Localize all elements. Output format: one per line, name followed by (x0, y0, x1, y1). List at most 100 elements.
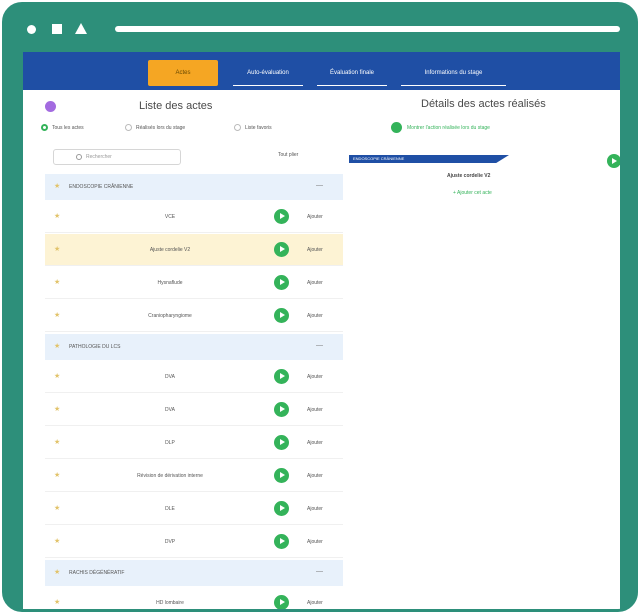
star-icon[interactable]: ★ (54, 439, 60, 447)
tab-actes[interactable]: Actes (148, 60, 218, 86)
star-icon[interactable]: ★ (54, 569, 60, 577)
category-header[interactable]: ★ ENDOSCOPIE CRÂNIENNE — (45, 174, 343, 200)
act-label: VCE (164, 214, 176, 220)
add-button[interactable]: Ajouter (307, 407, 323, 413)
tab-evaluation-finale[interactable]: Évaluation finale (317, 60, 387, 86)
act-label: DVA (165, 374, 175, 380)
star-icon[interactable]: ★ (54, 599, 60, 607)
star-icon[interactable]: ★ (54, 343, 60, 351)
toggle-icon[interactable] (391, 122, 402, 133)
play-icon[interactable] (607, 154, 620, 168)
add-button[interactable]: Ajouter (307, 313, 323, 319)
filter-label: Liste favoris (245, 124, 272, 131)
play-icon[interactable] (274, 595, 289, 609)
play-icon[interactable] (274, 501, 289, 516)
act-details-pane: Détails des actes réalisés Montrer l'act… (343, 90, 620, 609)
add-button[interactable]: Ajouter (307, 600, 323, 606)
add-button[interactable]: Ajouter (307, 473, 323, 479)
star-icon[interactable]: ★ (54, 538, 60, 546)
acts-list-pane: Liste des actes Tous les actes Réalisés … (23, 90, 343, 609)
add-button[interactable]: Ajouter (307, 506, 323, 512)
star-icon[interactable]: ★ (54, 213, 60, 221)
category-header[interactable]: ★ RACHIS DÉGÉNÉRATIF — (45, 560, 343, 586)
play-icon[interactable] (274, 468, 289, 483)
act-label: Hysnaflude (157, 280, 183, 286)
act-label: DLE (165, 506, 175, 512)
category-banner: ENDOSCOPIE CRÂNIENNE (349, 155, 509, 163)
star-icon[interactable]: ★ (54, 279, 60, 287)
act-label: DLP (165, 440, 175, 446)
circle-icon (27, 25, 36, 34)
collapse-all-button[interactable]: Tout plier (278, 152, 298, 158)
show-done-acts-label: Montrer l'action réalisée lors du stage (407, 124, 490, 131)
search-input[interactable]: Rechercher (53, 149, 181, 165)
list-item-selected: ★ Ajuste cordelie V2 Ajouter (45, 234, 343, 266)
add-button[interactable]: Ajouter (307, 374, 323, 380)
add-act-button[interactable]: + Ajouter cet acte (453, 190, 492, 196)
app-frame: Actes Auto-évaluation Évaluation finale … (2, 2, 638, 612)
radio-icon[interactable] (234, 124, 241, 131)
add-button[interactable]: Ajouter (307, 280, 323, 286)
window-titlebar (5, 5, 635, 51)
selected-act-label: Ajuste cordelie V2 (447, 173, 491, 179)
square-icon (52, 24, 62, 34)
tab-informations-stage[interactable]: Informations du stage (401, 60, 506, 86)
star-icon[interactable]: ★ (54, 505, 60, 513)
filter-label: Réalisés lors du stage (136, 124, 186, 131)
star-icon[interactable]: ★ (54, 246, 60, 254)
triangle-icon (75, 23, 87, 34)
show-done-acts-button[interactable]: Montrer l'action réalisée lors du stage (391, 122, 490, 133)
add-button[interactable]: Ajouter (307, 247, 323, 253)
add-button[interactable]: Ajouter (307, 214, 323, 220)
list-item: ★ DVA Ajouter (45, 394, 343, 426)
radio-selected-icon[interactable] (41, 124, 48, 131)
star-icon[interactable]: ★ (54, 183, 60, 191)
filter-favorites[interactable]: Liste favoris (234, 124, 272, 131)
list-item: ★ DVP Ajouter (45, 526, 343, 558)
address-bar[interactable] (115, 26, 620, 32)
play-icon[interactable] (274, 435, 289, 450)
filter-label: Tous les actes (52, 124, 84, 131)
list-item: ★ DVA Ajouter (45, 361, 343, 393)
act-label: Craniopharyngiome (148, 313, 192, 319)
list-item: ★ DLE Ajouter (45, 493, 343, 525)
play-icon[interactable] (274, 369, 289, 384)
list-item: ★ VCE Ajouter (45, 201, 343, 233)
star-icon[interactable]: ★ (54, 472, 60, 480)
category-label: ENDOSCOPIE CRÂNIENNE (69, 184, 134, 190)
list-item: ★ DLP Ajouter (45, 427, 343, 459)
play-icon[interactable] (274, 242, 289, 257)
list-item: ★ Hysnaflude Ajouter (45, 267, 343, 299)
act-label: Révision de dérivation interne (137, 473, 203, 479)
tab-auto-evaluation[interactable]: Auto-évaluation (233, 60, 303, 86)
play-icon[interactable] (274, 534, 289, 549)
collapse-icon[interactable]: — (316, 182, 323, 189)
category-label: PATHOLOGIE DU LCS (69, 344, 121, 350)
top-navigation: Actes Auto-évaluation Évaluation finale … (23, 52, 620, 90)
category-header[interactable]: ★ PATHOLOGIE DU LCS — (45, 334, 343, 360)
radio-icon[interactable] (125, 124, 132, 131)
filter-all-acts[interactable]: Tous les actes (41, 124, 84, 131)
star-icon[interactable]: ★ (54, 373, 60, 381)
play-icon[interactable] (274, 275, 289, 290)
acts-list-title: Liste des actes (139, 100, 213, 112)
act-label: DVA (165, 407, 175, 413)
app-window: Actes Auto-évaluation Évaluation finale … (23, 52, 620, 609)
play-icon[interactable] (274, 308, 289, 323)
add-button[interactable]: Ajouter (307, 440, 323, 446)
avatar[interactable] (45, 101, 56, 112)
act-details-title: Détails des actes réalisés (421, 98, 546, 110)
list-item: ★ HD lombaire Ajouter (45, 587, 343, 609)
collapse-icon[interactable]: — (316, 568, 323, 575)
add-button[interactable]: Ajouter (307, 539, 323, 545)
search-placeholder: Rechercher (86, 154, 112, 160)
star-icon[interactable]: ★ (54, 312, 60, 320)
category-label: RACHIS DÉGÉNÉRATIF (69, 570, 125, 576)
filter-done-during-stage[interactable]: Réalisés lors du stage (125, 124, 185, 131)
play-icon[interactable] (274, 209, 289, 224)
star-icon[interactable]: ★ (54, 406, 60, 414)
search-icon (76, 154, 82, 160)
play-icon[interactable] (274, 402, 289, 417)
collapse-icon[interactable]: — (316, 342, 323, 349)
act-label: HD lombaire (156, 600, 184, 606)
